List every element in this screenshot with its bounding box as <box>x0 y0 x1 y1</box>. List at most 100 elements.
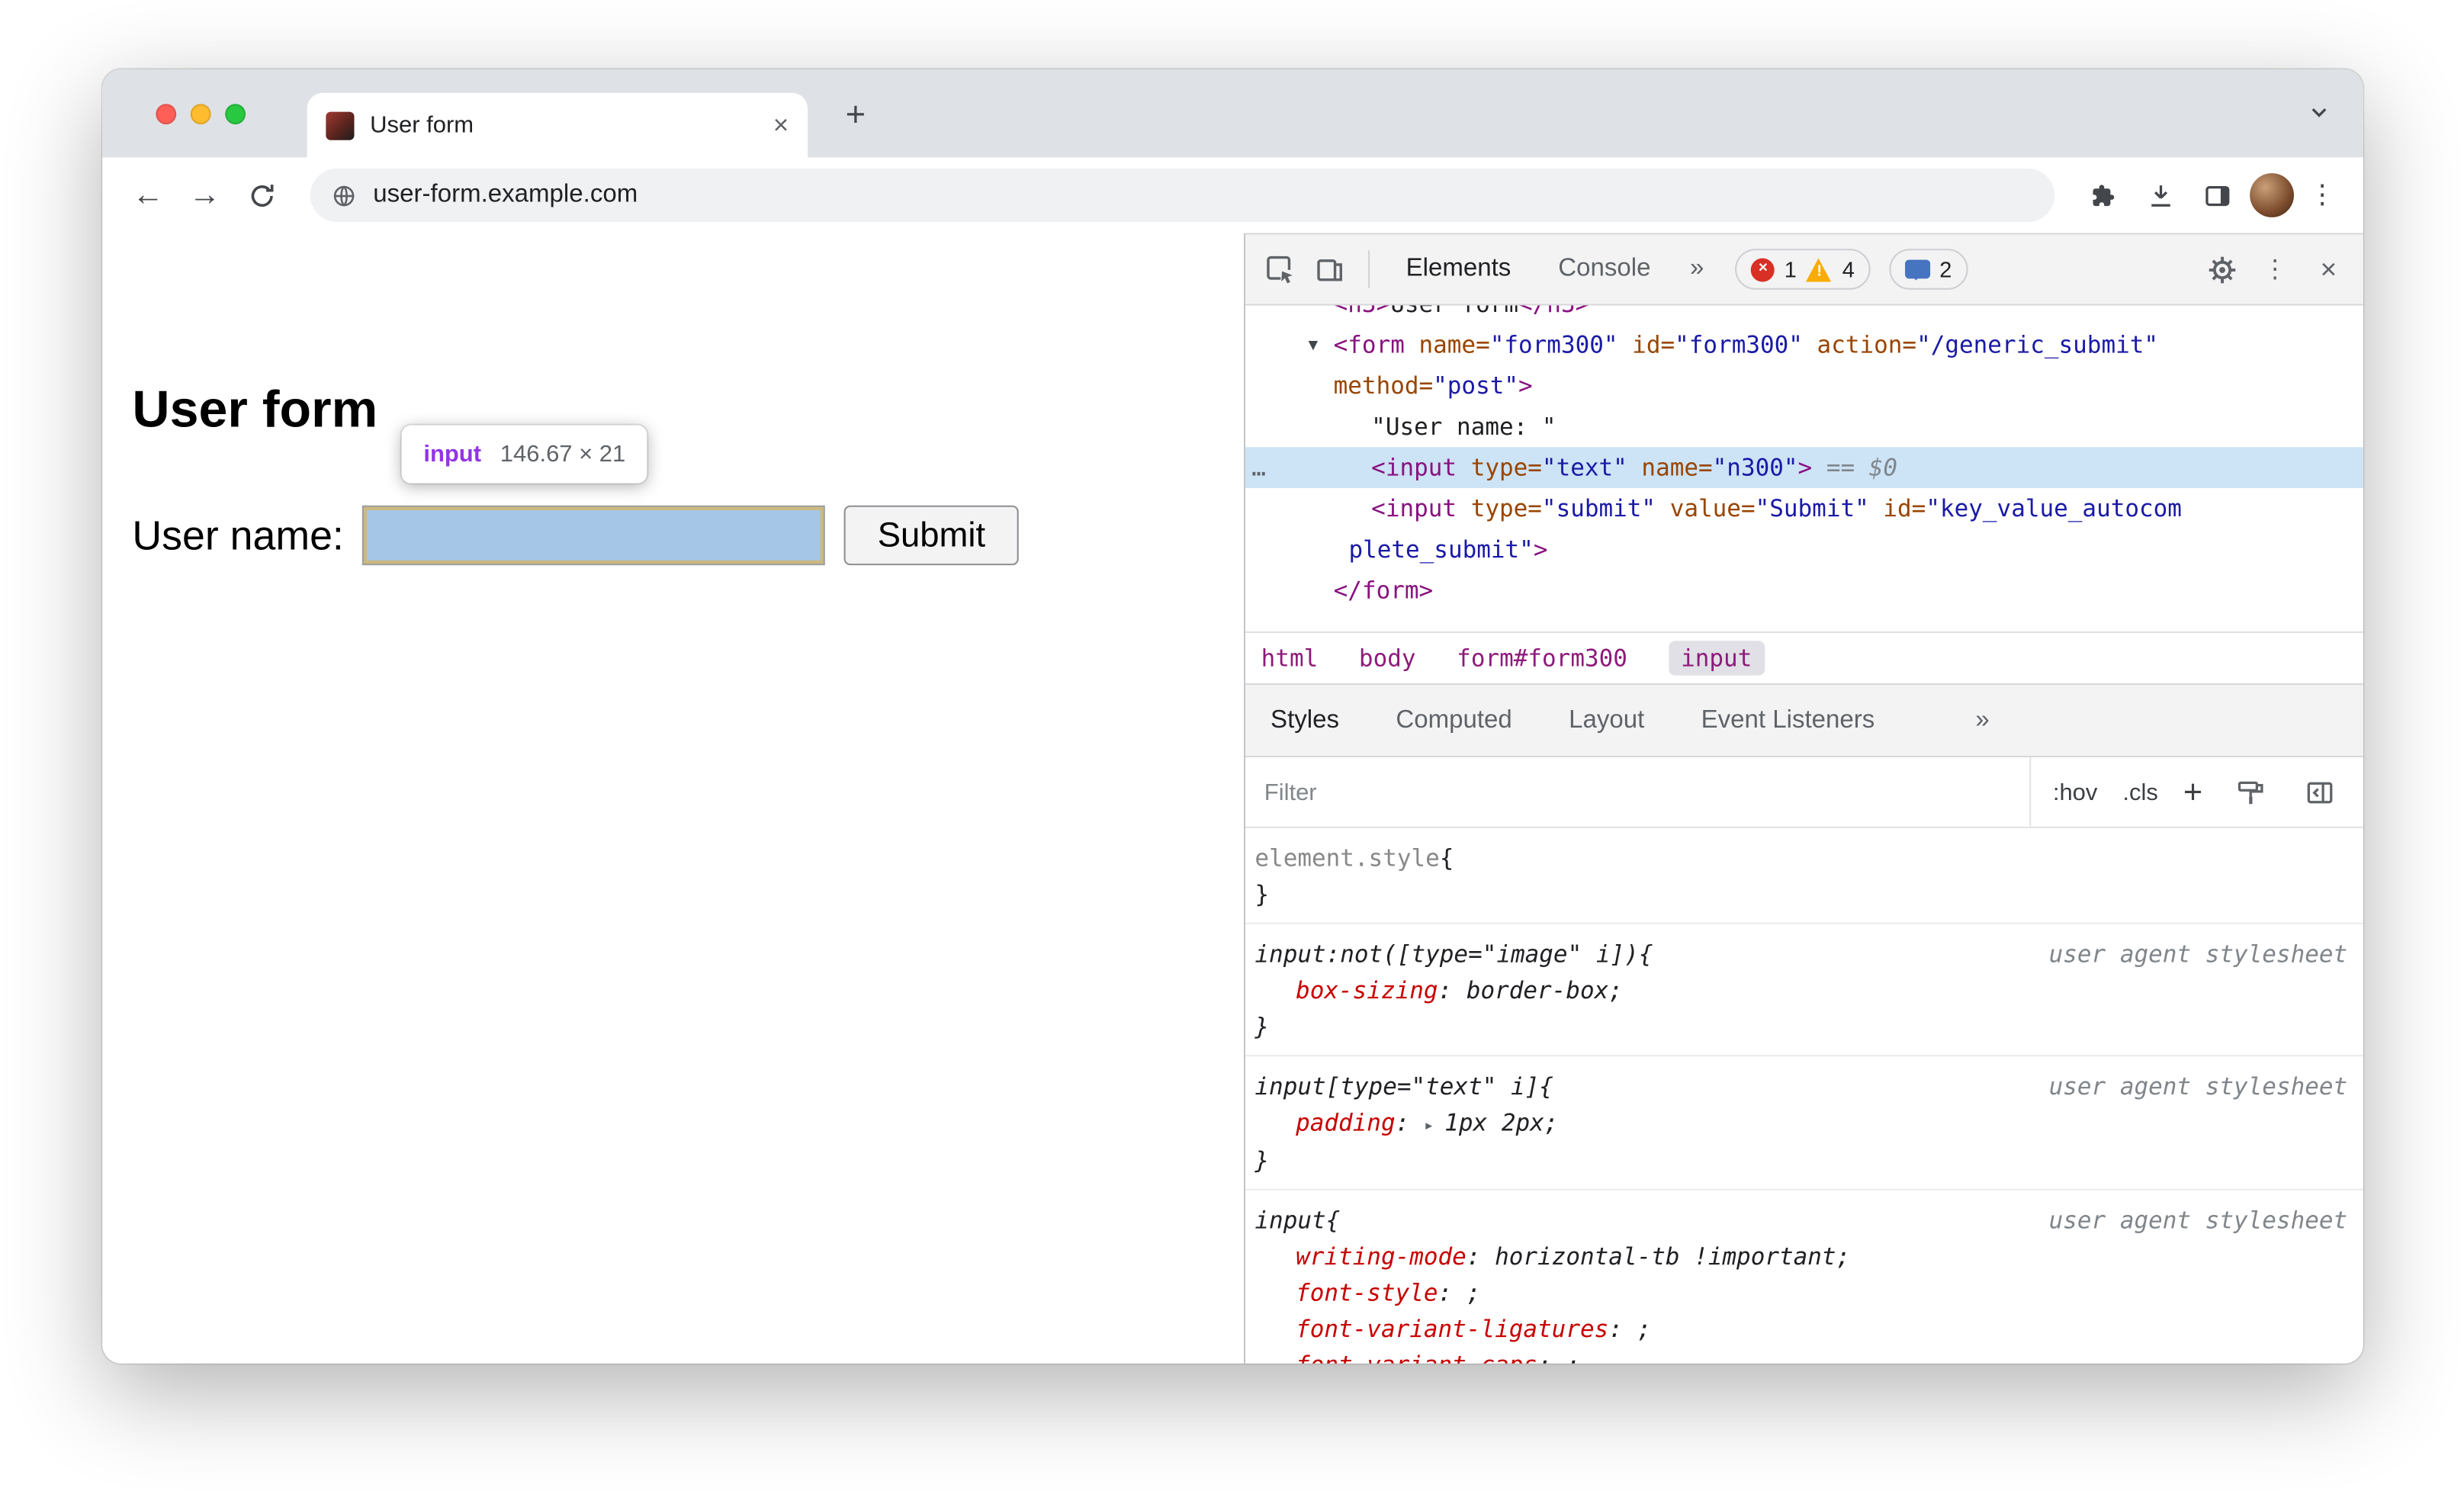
breadcrumb-item[interactable]: form#form300 <box>1457 644 1627 672</box>
close-window-button[interactable] <box>156 104 177 125</box>
web-page: User form input 146.67 × 21 User name: S… <box>102 233 1244 1364</box>
tab-strip: User form × + <box>102 69 2363 158</box>
css-property[interactable]: padding: ▸ 1px 2px; <box>1254 1105 2353 1143</box>
class-toggle[interactable]: .cls <box>2122 779 2157 805</box>
issue-count: 2 <box>1939 256 1952 282</box>
tab-search-chevron-icon[interactable] <box>2306 99 2331 124</box>
styles-filter-input[interactable] <box>1245 778 2029 805</box>
devtools-panel: Elements Console » × 1 4 2 <box>1243 233 2363 1364</box>
back-icon[interactable]: ← <box>124 177 172 213</box>
username-input[interactable] <box>364 506 824 564</box>
browser-menu-kebab-icon[interactable]: ⋮ <box>2303 179 2341 210</box>
dom-tree-row[interactable]: </form> <box>1245 570 2363 611</box>
breadcrumb-item[interactable]: input <box>1668 641 1765 676</box>
css-property[interactable]: font-variant-caps: ; <box>1254 1348 2353 1364</box>
extensions-puzzle-icon[interactable] <box>2080 172 2127 219</box>
inspect-tooltip-tag: input <box>423 441 482 468</box>
site-info-globe-icon[interactable] <box>331 182 358 208</box>
css-property[interactable]: box-sizing: border-box; <box>1254 973 2353 1009</box>
profile-avatar[interactable] <box>2250 173 2294 217</box>
css-rule[interactable]: input:not([type="image" i]) {user agent … <box>1245 924 2363 1057</box>
page-title: User form <box>132 379 378 438</box>
css-rule[interactable]: input {user agent stylesheet writing-mode… <box>1245 1190 2363 1364</box>
dom-tree-row[interactable]: … <input type="text" name="n300"> == $0 <box>1245 447 2363 488</box>
css-rule-selector: input:not([type="image" i]) {user agent … <box>1254 937 2353 972</box>
tab-console[interactable]: Console <box>1537 255 1671 283</box>
devtools-toolbar-right: ⋮ × <box>2199 247 2350 291</box>
stylesheet-origin: user agent stylesheet <box>2048 1072 2348 1101</box>
pseudo-state-toggle[interactable]: :hov <box>2053 779 2098 805</box>
devtools-close-icon[interactable]: × <box>2306 252 2350 285</box>
row-hover-dots-icon[interactable]: … <box>1251 447 1266 488</box>
dom-tree-row[interactable]: <h3>User form</h3> <box>1245 306 2363 325</box>
username-label: User name: <box>132 510 344 558</box>
css-rule[interactable]: element.style {} <box>1245 828 2363 924</box>
submit-button[interactable]: Submit <box>844 505 1019 566</box>
side-panel-icon[interactable] <box>2193 172 2241 219</box>
styles-filter-controls: :hov .cls + <box>2029 757 2363 827</box>
new-style-rule-button[interactable]: + <box>2183 776 2202 808</box>
breadcrumb-item[interactable]: body <box>1359 644 1416 672</box>
style-editor-icon[interactable] <box>2228 770 2272 815</box>
settings-gear-icon[interactable] <box>2199 247 2244 291</box>
tab-elements[interactable]: Elements <box>1386 255 1531 283</box>
user-form-row: User name: Submit <box>132 505 1019 566</box>
error-icon: × <box>1751 257 1775 281</box>
inspect-tooltip: input 146.67 × 21 <box>401 425 648 484</box>
console-status-badge[interactable]: × 1 4 <box>1735 249 1871 290</box>
browser-window: User form × + ← → user-form.example.com <box>102 69 2363 1364</box>
window-controls <box>156 104 246 125</box>
css-property[interactable]: font-variant-ligatures: ; <box>1254 1312 2353 1348</box>
browser-toolbar: ← → user-form.example.com ⋮ <box>102 157 2363 233</box>
css-property[interactable]: font-style: ; <box>1254 1275 2353 1311</box>
toolbar-divider <box>1368 250 1370 288</box>
expand-arrow-icon[interactable]: ▼ <box>1309 326 1318 367</box>
stylesheet-origin: user agent stylesheet <box>2048 1206 2348 1235</box>
css-rule-selector: input[type="text" i] {user agent stylesh… <box>1254 1069 2353 1105</box>
styles-filter-row: :hov .cls + <box>1245 757 2363 828</box>
warning-count: 4 <box>1842 256 1855 282</box>
address-bar[interactable]: user-form.example.com <box>310 168 2055 223</box>
dom-tree-row[interactable]: ▼ <form name="form300" id="form300" actio… <box>1245 324 2363 365</box>
minimize-window-button[interactable] <box>190 104 211 125</box>
screen: User form × + ← → user-form.example.com <box>0 0 2464 1507</box>
devtools-menu-kebab-icon[interactable]: ⋮ <box>2253 247 2297 291</box>
tab-computed[interactable]: Computed <box>1396 706 1511 734</box>
tab-styles[interactable]: Styles <box>1271 706 1339 734</box>
tab-favicon <box>326 111 355 140</box>
tab-close-icon[interactable]: × <box>773 112 789 139</box>
inspect-element-icon[interactable] <box>1258 247 1303 291</box>
error-count: 1 <box>1784 256 1797 282</box>
inspect-tooltip-size: 146.67 × 21 <box>500 441 626 468</box>
downloads-icon[interactable] <box>2137 172 2184 219</box>
breadcrumb-item[interactable]: html <box>1261 644 1319 672</box>
content-area: User form input 146.67 × 21 User name: S… <box>102 233 2363 1364</box>
css-rule-selector: element.style { <box>1254 843 1454 872</box>
dom-tree: <h3>User form</h3>▼<form name="form300" … <box>1245 306 2363 631</box>
dom-tree-row[interactable]: "User name: " <box>1245 406 2363 448</box>
dom-tree-row[interactable]: method="post"> <box>1245 365 2363 406</box>
css-property[interactable]: writing-mode: horizontal-tb !important; <box>1254 1239 2353 1275</box>
more-tabs-chevron[interactable]: » <box>1678 255 1717 283</box>
breadcrumb: html body form#form300 input <box>1245 631 2363 683</box>
device-toolbar-icon[interactable] <box>1309 247 1353 291</box>
zoom-window-button[interactable] <box>225 104 246 125</box>
browser-tab[interactable]: User form × <box>307 92 808 158</box>
sidebar-more-chevron[interactable]: » <box>1975 706 1989 734</box>
url-text: user-form.example.com <box>373 181 638 208</box>
reload-icon[interactable] <box>238 172 285 219</box>
tab-event-listeners[interactable]: Event Listeners <box>1701 706 1875 734</box>
dom-tree-row[interactable]: plete_submit"> <box>1245 529 2363 570</box>
styles-tab-bar: Styles Computed Layout Event Listeners » <box>1245 683 2363 758</box>
stylesheet-origin: user agent stylesheet <box>2048 940 2348 969</box>
styles-pane: element.style {} input:not([type="image" … <box>1245 828 2363 1364</box>
computed-sidebar-toggle-icon[interactable] <box>2297 770 2341 815</box>
dom-tree-row[interactable]: <input type="submit" value="Submit" id="… <box>1245 488 2363 529</box>
forward-icon[interactable]: → <box>181 177 228 213</box>
tab-layout[interactable]: Layout <box>1569 706 1644 734</box>
css-rule[interactable]: input[type="text" i] {user agent stylesh… <box>1245 1056 2363 1190</box>
new-tab-button[interactable]: + <box>846 95 866 136</box>
issues-badge[interactable]: 2 <box>1889 249 1968 290</box>
devtools-toolbar: Elements Console » × 1 4 2 <box>1245 234 2363 306</box>
expand-shorthand-icon[interactable]: ▸ <box>1424 1115 1444 1136</box>
